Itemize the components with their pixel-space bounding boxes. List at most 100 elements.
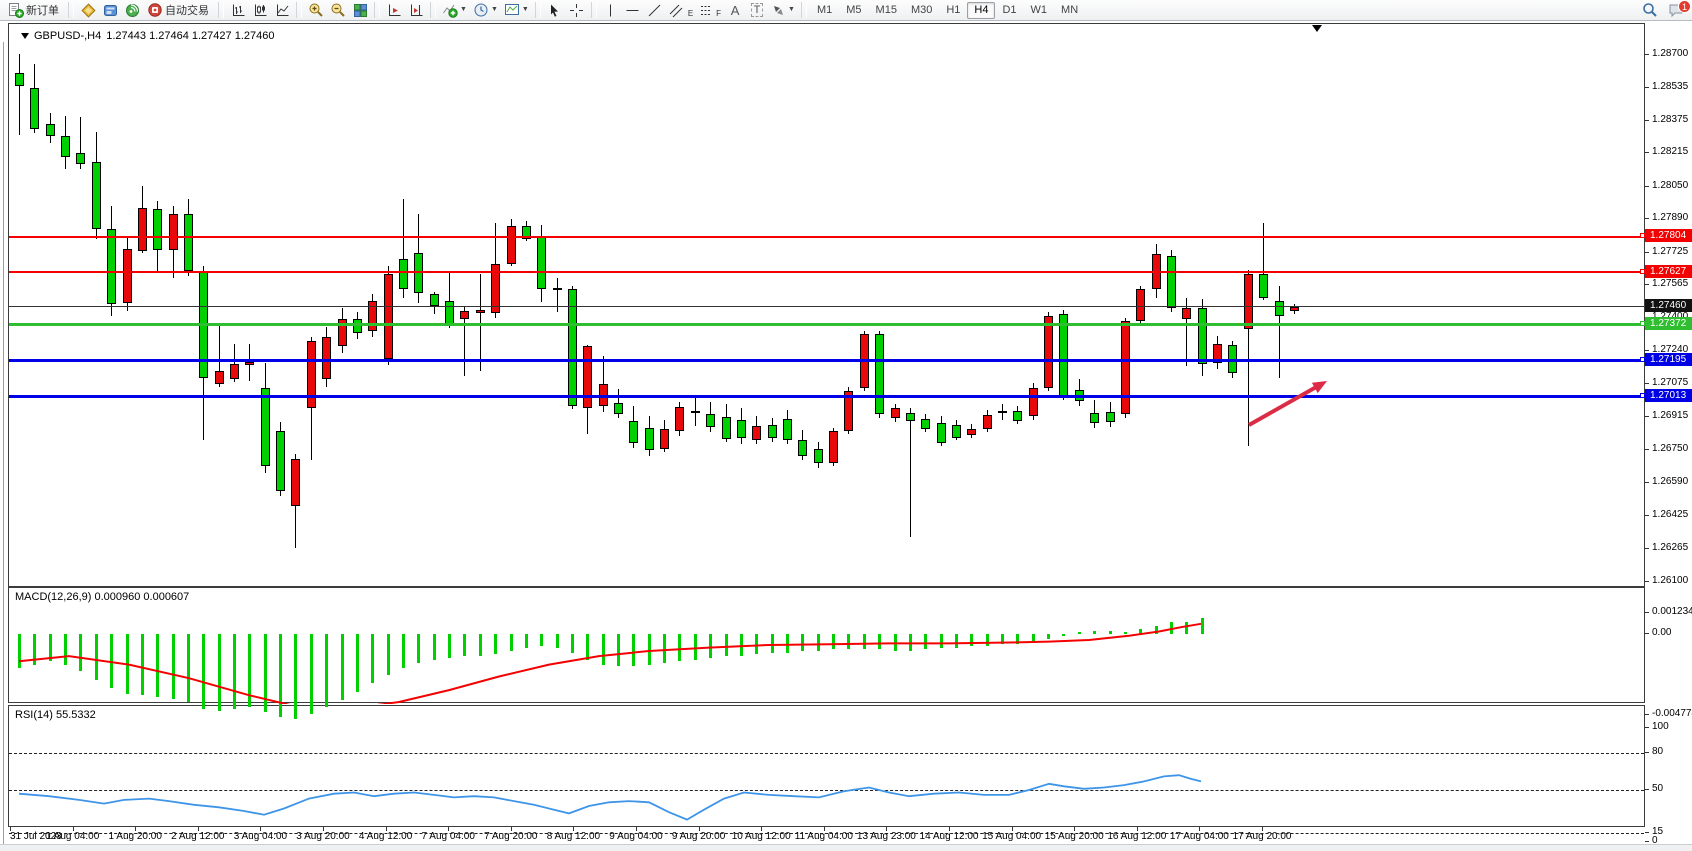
collapse-triangle-icon[interactable] (21, 33, 29, 39)
signals-button[interactable] (121, 1, 143, 19)
bar-chart-button[interactable] (227, 1, 249, 19)
price-tick-label: 1.26265 (1645, 542, 1692, 554)
candle-body (476, 310, 485, 313)
macd-histogram-bar (740, 634, 743, 656)
macd-histogram-bar (556, 634, 559, 648)
timeframe-M15[interactable]: M15 (869, 2, 904, 19)
price-badge: 1.27460 (1645, 299, 1692, 312)
candle-body (46, 124, 55, 136)
line-chart-button[interactable] (271, 1, 293, 19)
rsi-pane[interactable]: RSI(14) 55.5332 (8, 705, 1645, 827)
templates-dropdown-arrow[interactable]: ▼ (522, 1, 529, 19)
chart-shift-button[interactable] (405, 1, 427, 19)
crosshair-button[interactable] (566, 1, 588, 19)
indicators-icon (442, 2, 458, 18)
candle-body (1167, 256, 1176, 308)
candle-body (399, 259, 408, 289)
arrows-button[interactable]: ▼ (768, 1, 798, 19)
cursor-icon (547, 3, 562, 18)
macd-histogram-bar (940, 634, 943, 648)
timeframe-D1[interactable]: D1 (995, 2, 1023, 19)
price-badge: 1.27372 (1645, 317, 1692, 330)
price-tick-label: 1.28535 (1645, 81, 1692, 93)
timeframe-MN[interactable]: MN (1054, 2, 1085, 19)
zoom-in-button[interactable] (305, 1, 327, 19)
candle-body (1029, 388, 1038, 416)
search-button[interactable] (1639, 1, 1661, 19)
candle-body (92, 162, 101, 229)
macd-tick-label: 0.001234 (1645, 606, 1692, 618)
macd-histogram-bar (279, 634, 282, 717)
timeframe-group: M1M5M15M30H1H4D1W1MN (810, 2, 1085, 19)
macd-histogram-bar (294, 634, 297, 719)
macd-histogram-bar (479, 634, 482, 656)
candle-body (245, 362, 254, 365)
tile-windows-button[interactable] (349, 1, 371, 19)
macd-histogram-bar (33, 634, 36, 665)
candle-body (768, 425, 777, 438)
text-label-icon: T (751, 3, 764, 17)
equidistant-channel-button[interactable]: E (666, 1, 696, 19)
zoom-out-button[interactable] (327, 1, 349, 19)
rsi-tick-label: 100 (1645, 721, 1692, 733)
vertical-line-button[interactable] (600, 1, 622, 19)
periods-button[interactable]: ▼ (470, 1, 501, 19)
candle-body (983, 415, 992, 429)
candle-wick (19, 54, 20, 135)
price-tick-label: 1.28215 (1645, 146, 1692, 158)
clock-icon (473, 2, 489, 18)
horizontal-line-button[interactable] (622, 1, 644, 19)
chart-shift-marker-icon[interactable] (1312, 25, 1322, 32)
new-order-button[interactable]: 新订单 (4, 1, 65, 19)
text-button[interactable]: A (724, 1, 746, 19)
macd-histogram-bar (1032, 634, 1035, 643)
fibonacci-icon (699, 3, 714, 18)
rsi-tick-label: 50 (1645, 783, 1692, 795)
macd-histogram-bar (909, 634, 912, 651)
timeframe-H4[interactable]: H4 (967, 2, 995, 19)
market-watch-button[interactable] (77, 1, 99, 19)
macd-histogram-bar (110, 634, 113, 688)
candlestick-chart-button[interactable] (249, 1, 271, 19)
candle-body (921, 419, 930, 429)
price-tick-label: 1.26750 (1645, 443, 1692, 455)
rsi-label: RSI(14) 55.5332 (15, 709, 96, 721)
macd-signal-line (9, 588, 1646, 704)
main-price-pane[interactable]: GBPUSD-,H4 1.27443 1.27464 1.27427 1.274… (8, 23, 1645, 587)
text-label-button[interactable]: T (746, 1, 768, 19)
arrows-dropdown-arrow[interactable]: ▼ (788, 1, 795, 19)
time-axis[interactable]: 31 Jul 20231 Aug 04:001 Aug 20:002 Aug 1… (8, 827, 1645, 845)
candle-body (1198, 308, 1207, 364)
periods-dropdown-arrow[interactable]: ▼ (491, 1, 498, 19)
macd-histogram-bar (970, 634, 973, 646)
candle-body (153, 209, 162, 250)
trend-line-button[interactable] (644, 1, 666, 19)
data-window-button[interactable] (99, 1, 121, 19)
auto-trading-button[interactable]: 自动交易 (143, 1, 215, 19)
timeframe-M5[interactable]: M5 (839, 2, 868, 19)
macd-pane[interactable]: MACD(12,26,9) 0.000960 0.000607 (8, 587, 1645, 703)
templates-button[interactable]: ▼ (501, 1, 532, 19)
macd-histogram-bar (49, 634, 52, 661)
macd-histogram-bar (463, 634, 466, 656)
indicators-button[interactable]: ▼ (439, 1, 470, 19)
timeframe-M30[interactable]: M30 (904, 2, 939, 19)
macd-histogram-bar (18, 634, 21, 668)
timeframe-W1[interactable]: W1 (1024, 2, 1055, 19)
indicators-dropdown-arrow[interactable]: ▼ (460, 1, 467, 19)
auto-scroll-button[interactable] (383, 1, 405, 19)
chat-button[interactable]: 1 (1665, 1, 1688, 19)
timeframe-M1[interactable]: M1 (810, 2, 839, 19)
text-icon: A (731, 3, 740, 18)
horizontal-level-line (9, 306, 1644, 307)
macd-label: MACD(12,26,9) 0.000960 0.000607 (15, 591, 189, 603)
toolbar: 新订单 自动交易 (0, 0, 1692, 21)
fibonacci-button[interactable]: F (696, 1, 724, 19)
timeframe-H1[interactable]: H1 (939, 2, 967, 19)
candle-body (675, 407, 684, 431)
candle-wick (557, 278, 558, 312)
candle-body (230, 364, 239, 379)
cursor-button[interactable] (544, 1, 566, 19)
horizontal-line-icon (625, 3, 640, 18)
price-axis[interactable]: 1.287001.285351.283751.282151.280501.278… (1645, 23, 1692, 845)
